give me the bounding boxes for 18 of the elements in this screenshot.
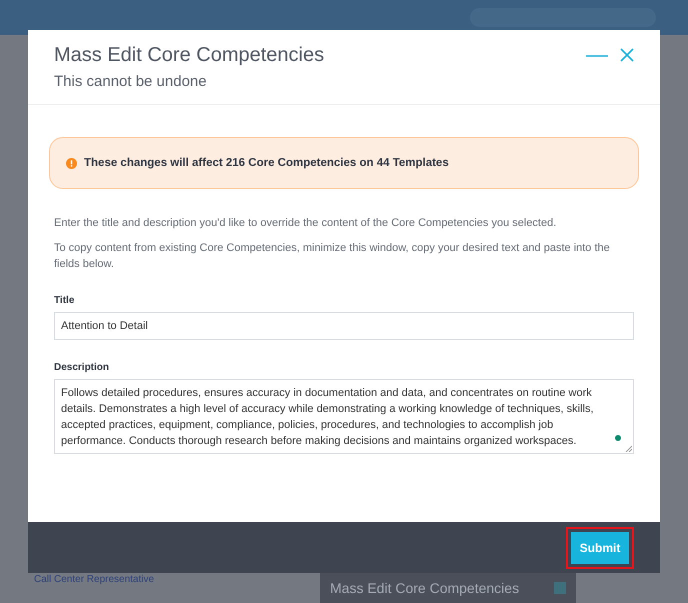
warning-icon — [66, 158, 77, 168]
description-field[interactable] — [54, 379, 634, 454]
field-label: Title — [54, 295, 76, 306]
dialog-title: Mass Edit Core Competencies — [54, 44, 324, 67]
description-text: Follows detailed procedures, ensures accuracy in documentation and data, and concentrates on routine work details. Demonstrates a high level of accuracy while demonstrating a working knowledge of techniques, skills, accepted practices, equipment, compliance, policies, procedures, and technologies to accomplish job performance. Conducts thorough research before making decisions and maintains organized workspaces. — [61, 386, 595, 449]
resize-handle-icon[interactable] — [625, 445, 632, 452]
submit-button[interactable]: Submit — [571, 532, 629, 564]
minimized-window[interactable]: Mass Edit Core Competencies — [320, 573, 576, 603]
field-label: Description — [54, 362, 110, 373]
instruction-text: To copy content from existing Core Competencies, minimize this window, copy your desired text and paste into the fields below. — [54, 241, 611, 272]
dialog-subtitle: This cannot be undone — [54, 73, 208, 90]
background-link[interactable]: Call Center Representative — [34, 574, 320, 585]
title-field[interactable]: Attention to Detail — [54, 312, 634, 340]
instruction-text: Enter the title and description you'd like to override the content of the Core Competencies you selected. — [54, 216, 558, 231]
minimized-window-title: Mass Edit Core Competencies — [330, 580, 520, 596]
status-dot-icon — [615, 435, 621, 441]
warning-text: These changes will affect 216 Core Competencies on 44 Templates — [84, 157, 449, 169]
close-icon[interactable] — [620, 48, 634, 62]
